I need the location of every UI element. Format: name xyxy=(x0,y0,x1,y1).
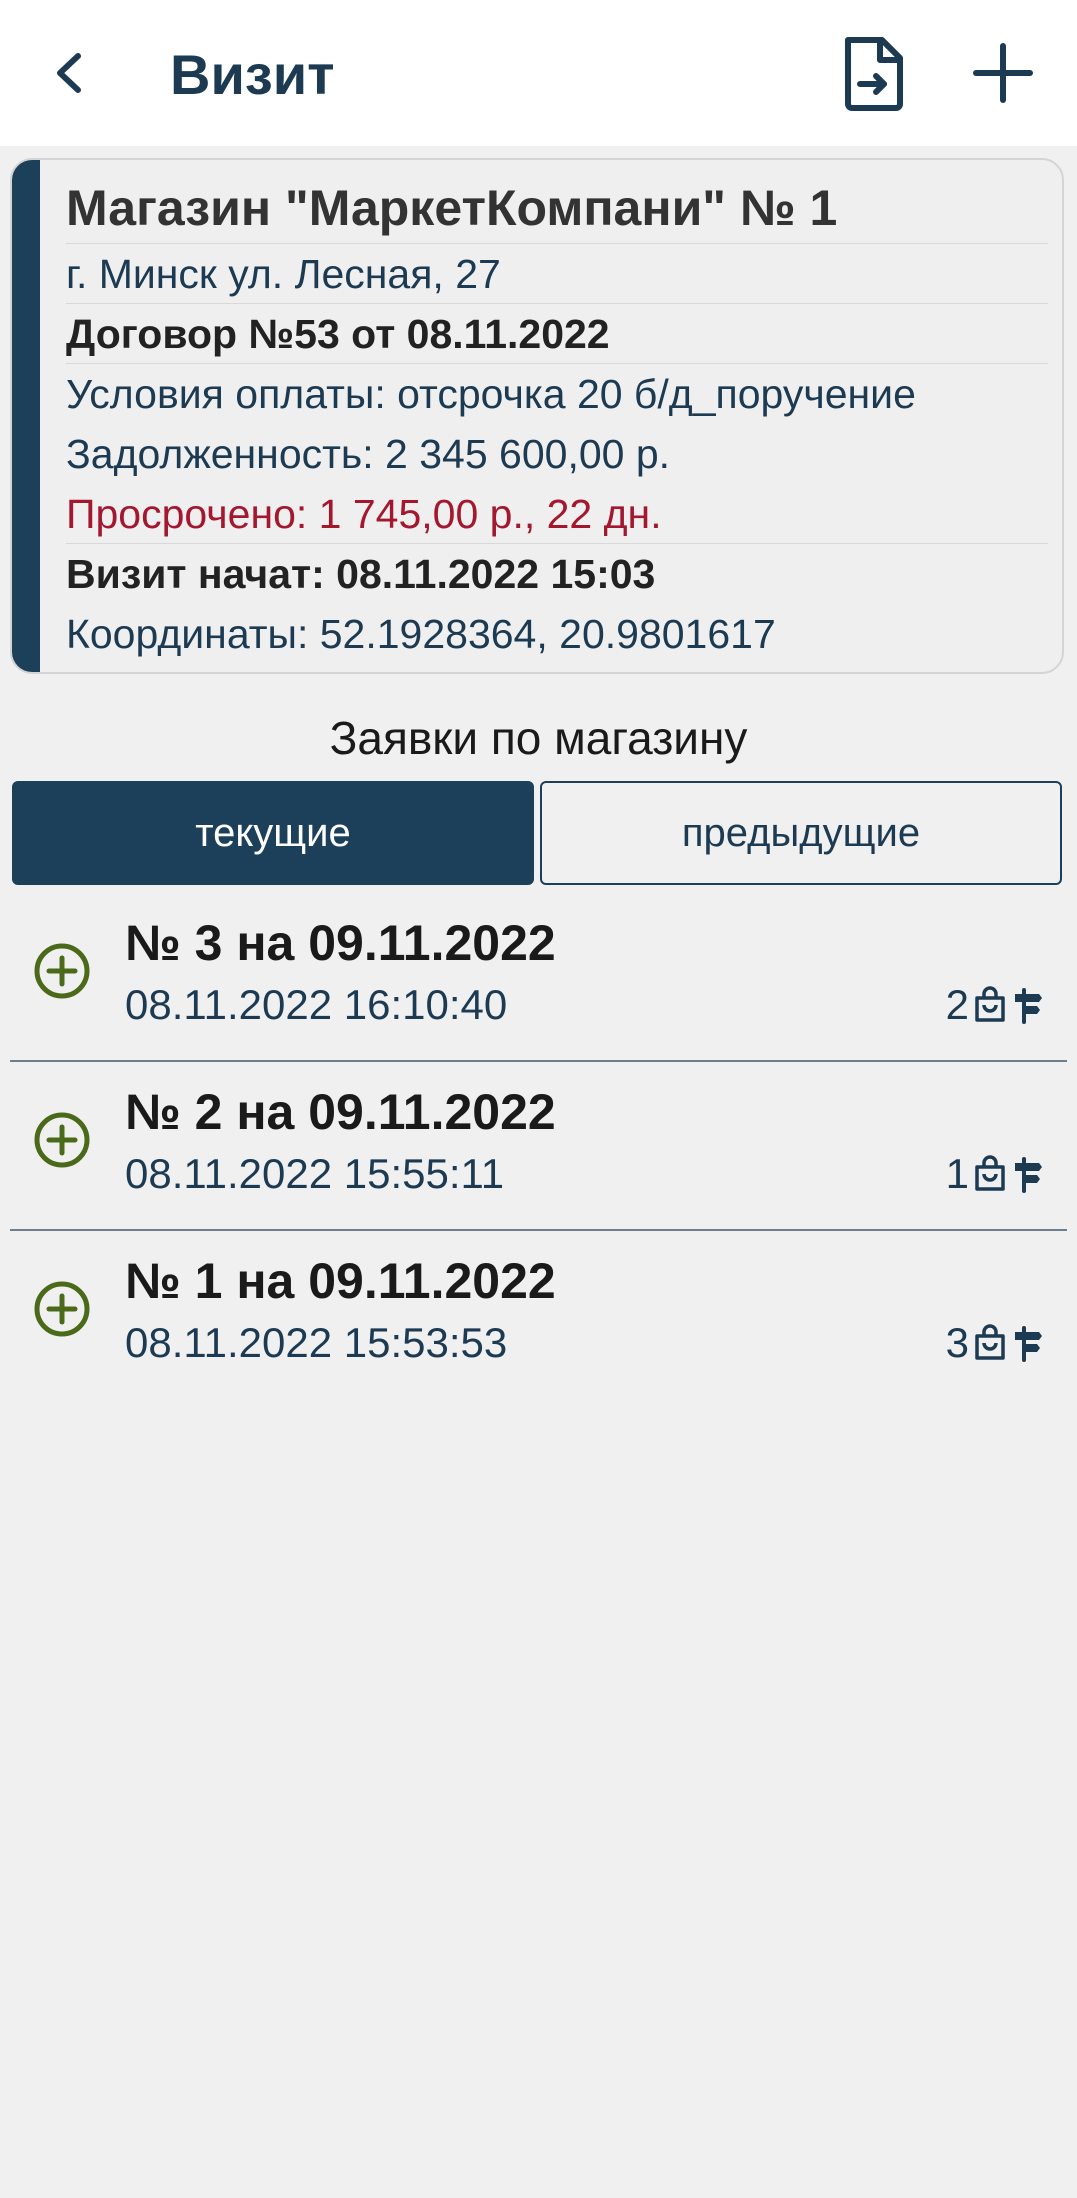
order-item[interactable]: № 3 на 09.11.2022 08.11.2022 16:10:40 2 xyxy=(10,893,1067,1062)
debt-amount: Задолженность: 2 345 600,00 р. xyxy=(66,431,671,477)
visit-started: Визит начат: 08.11.2022 15:03 xyxy=(66,551,656,597)
order-datetime: 08.11.2022 15:55:11 xyxy=(125,1150,505,1197)
order-item-count: 2 xyxy=(945,981,969,1028)
store-address: г. Минск ул. Лесная, 27 xyxy=(66,244,1048,304)
order-meta: 1 xyxy=(946,1148,1045,1200)
shopping-bag-icon xyxy=(975,1324,1005,1360)
orders-list: № 3 на 09.11.2022 08.11.2022 16:10:40 2 … xyxy=(0,893,1077,1400)
store-contract: Договор №53 от 08.11.2022 xyxy=(66,304,1048,364)
orders-section-title: Заявки по магазину xyxy=(329,712,748,764)
order-item-count: 3 xyxy=(945,1319,969,1366)
order-datetime: 08.11.2022 15:53:53 xyxy=(125,1319,508,1366)
order-title: № 3 на 09.11.2022 xyxy=(125,915,556,971)
tab-current[interactable]: текущие xyxy=(12,781,534,885)
order-datetime: 08.11.2022 16:10:40 xyxy=(125,981,508,1028)
signpost-icon xyxy=(1015,1326,1042,1362)
plus-circle-icon[interactable] xyxy=(32,1110,92,1170)
store-info-rows: Магазин "МаркетКомпани" № 1 г. Минск ул.… xyxy=(66,160,1048,664)
tab-previous[interactable]: предыдущие xyxy=(540,781,1062,885)
overdue-amount: Просрочено: 1 745,00 р., 22 дн. xyxy=(66,484,1048,544)
store-info-card: Магазин "МаркетКомпани" № 1 г. Минск ул.… xyxy=(10,158,1064,674)
card-accent-stripe xyxy=(12,160,40,672)
order-meta: 3 xyxy=(946,1317,1045,1369)
page-title: Визит xyxy=(170,43,335,106)
order-item[interactable]: № 2 на 09.11.2022 08.11.2022 15:55:11 1 xyxy=(10,1062,1067,1231)
store-name: Магазин "МаркетКомпани" № 1 xyxy=(66,160,1048,244)
plus-circle-icon[interactable] xyxy=(32,941,92,1001)
signpost-icon xyxy=(1015,1157,1042,1193)
back-chevron-icon[interactable] xyxy=(40,38,100,108)
order-meta: 2 xyxy=(946,979,1045,1031)
coordinates: Координаты: 52.1928364, 20.9801617 xyxy=(66,611,776,657)
shopping-bag-icon xyxy=(975,986,1005,1022)
order-title: № 2 на 09.11.2022 xyxy=(125,1084,556,1140)
plus-circle-icon[interactable] xyxy=(32,1279,92,1339)
shopping-bag-icon xyxy=(975,1155,1005,1191)
order-title: № 1 на 09.11.2022 xyxy=(125,1253,556,1309)
order-item-count: 1 xyxy=(945,1150,969,1197)
orders-tabs: текущие предыдущие xyxy=(12,781,1062,885)
file-export-icon[interactable] xyxy=(840,34,906,112)
payment-terms: Условия оплаты: отсрочка 20 б/д_поручени… xyxy=(66,371,916,417)
app-bar: Визит xyxy=(0,0,1077,146)
order-item[interactable]: № 1 на 09.11.2022 08.11.2022 15:53:53 3 xyxy=(10,1231,1067,1400)
plus-icon[interactable] xyxy=(968,38,1038,108)
signpost-icon xyxy=(1015,988,1042,1024)
